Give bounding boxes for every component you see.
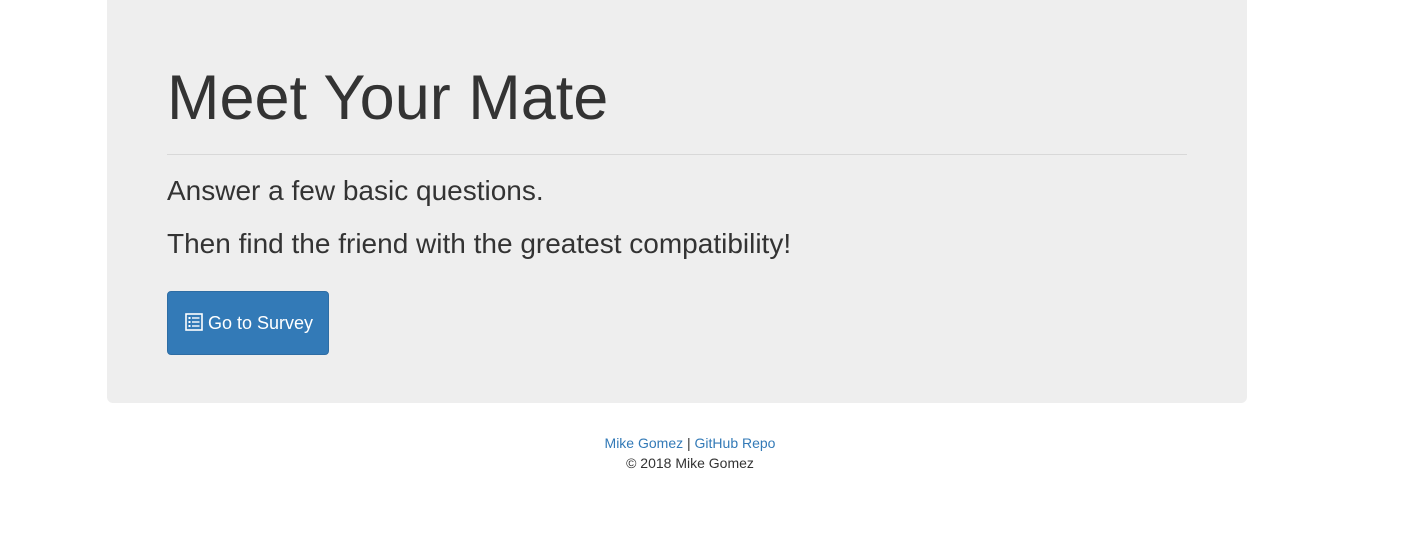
jumbotron: Meet Your Mate Answer a few basic questi… [107,0,1247,403]
footer: Mike Gomez | GitHub Repo © 2018 Mike Gom… [0,433,1380,473]
lead-text-1: Answer a few basic questions. [167,175,544,206]
divider [167,154,1187,155]
go-to-survey-label: Go to Survey [208,312,314,333]
list-alt-icon [185,312,203,331]
copyright-text: © 2018 Mike Gomez [626,455,754,471]
author-link[interactable]: Mike Gomez [605,435,684,451]
footer-separator: | [687,435,691,451]
go-to-survey-button[interactable]: Go to Survey [167,291,329,355]
lead-text-2: Then find the friend with the greatest c… [167,228,792,259]
footer-links: Mike Gomez | GitHub Repo [0,433,1380,453]
page-title: Meet Your Mate [167,63,609,133]
github-repo-link[interactable]: GitHub Repo [695,435,776,451]
